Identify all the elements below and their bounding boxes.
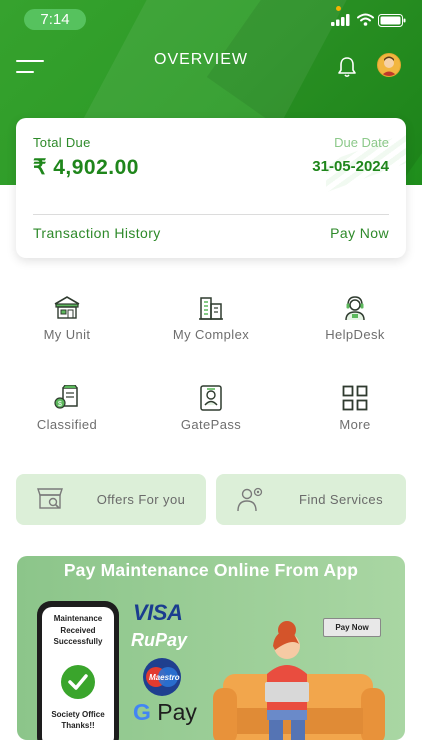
quick-action-label: More (339, 417, 371, 432)
quick-action-helpdesk[interactable]: HelpDesk (285, 295, 422, 342)
building-icon (199, 297, 223, 320)
unit-icon (54, 296, 80, 319)
service-person-icon (237, 487, 263, 512)
gpay-label: Pay (157, 699, 197, 725)
phone-message: Maintenance Received Successfully (53, 614, 103, 646)
find-services-card[interactable]: Find Services (216, 474, 406, 525)
due-summary-card: Total Due ₹ 4,902.00 Due Date 31-05-2024… (16, 118, 406, 258)
quick-action-label: GatePass (180, 417, 242, 432)
total-due-label: Total Due (33, 135, 91, 150)
pay-maintenance-banner[interactable]: Pay Maintenance Online From App Maintena… (17, 556, 405, 740)
pay-now-link[interactable]: Pay Now (330, 225, 389, 241)
quick-action-label: Classified (36, 417, 98, 432)
quick-action-more[interactable]: More (285, 385, 422, 432)
cellular-signal-icon (331, 14, 350, 26)
quick-action-my-complex[interactable]: My Complex (141, 295, 281, 342)
grid-icon (342, 385, 368, 411)
success-check-icon (61, 665, 95, 699)
privacy-indicator-dot (336, 6, 341, 11)
quick-action-classified[interactable]: $ Classified (0, 385, 137, 432)
svg-text:$: $ (58, 401, 62, 408)
maestro-logo-icon: Maestro (143, 658, 181, 696)
wifi-icon (357, 13, 374, 26)
total-due-amount: ₹ 4,902.00 (33, 156, 139, 179)
phone-screen: Maintenance Received Successfully Societ… (42, 607, 114, 740)
notification-bell-icon[interactable] (337, 56, 357, 78)
due-date-value: 31-05-2024 (312, 158, 389, 175)
quick-action-label: My Complex (172, 327, 250, 342)
phone-footer: Society Office Thanks!! (51, 710, 105, 730)
quick-action-my-unit[interactable]: My Unit (0, 295, 137, 342)
shop-search-icon (37, 488, 63, 509)
rupay-logo: RuPay (131, 630, 188, 650)
offers-card[interactable]: Offers For you (16, 474, 206, 525)
divider (33, 214, 389, 215)
due-date-label: Due Date (334, 135, 389, 150)
classified-icon: $ (54, 385, 78, 409)
phone-illustration: Maintenance Received Successfully Societ… (37, 601, 119, 740)
quick-action-label: My Unit (43, 327, 91, 342)
status-time: 7:14 (24, 9, 86, 30)
battery-icon (378, 14, 406, 27)
quick-action-label: HelpDesk (325, 327, 385, 342)
gpay-logo: G Pay (133, 699, 197, 725)
visa-logo: VISA (133, 600, 183, 625)
user-avatar-icon (381, 56, 397, 76)
banner-pay-now-button[interactable]: Pay Now (323, 618, 381, 637)
id-card-icon (200, 385, 222, 411)
avatar[interactable] (377, 53, 401, 77)
maestro-label: Maestro (149, 673, 180, 682)
transaction-history-link[interactable]: Transaction History (33, 225, 161, 241)
offers-label: Offers For you (96, 492, 186, 507)
support-agent-icon (345, 296, 365, 321)
quick-action-gatepass[interactable]: GatePass (141, 385, 281, 432)
status-bar: 7:14 (0, 0, 422, 40)
banner-title: Pay Maintenance Online From App (63, 560, 359, 580)
find-services-label: Find Services (299, 492, 383, 507)
